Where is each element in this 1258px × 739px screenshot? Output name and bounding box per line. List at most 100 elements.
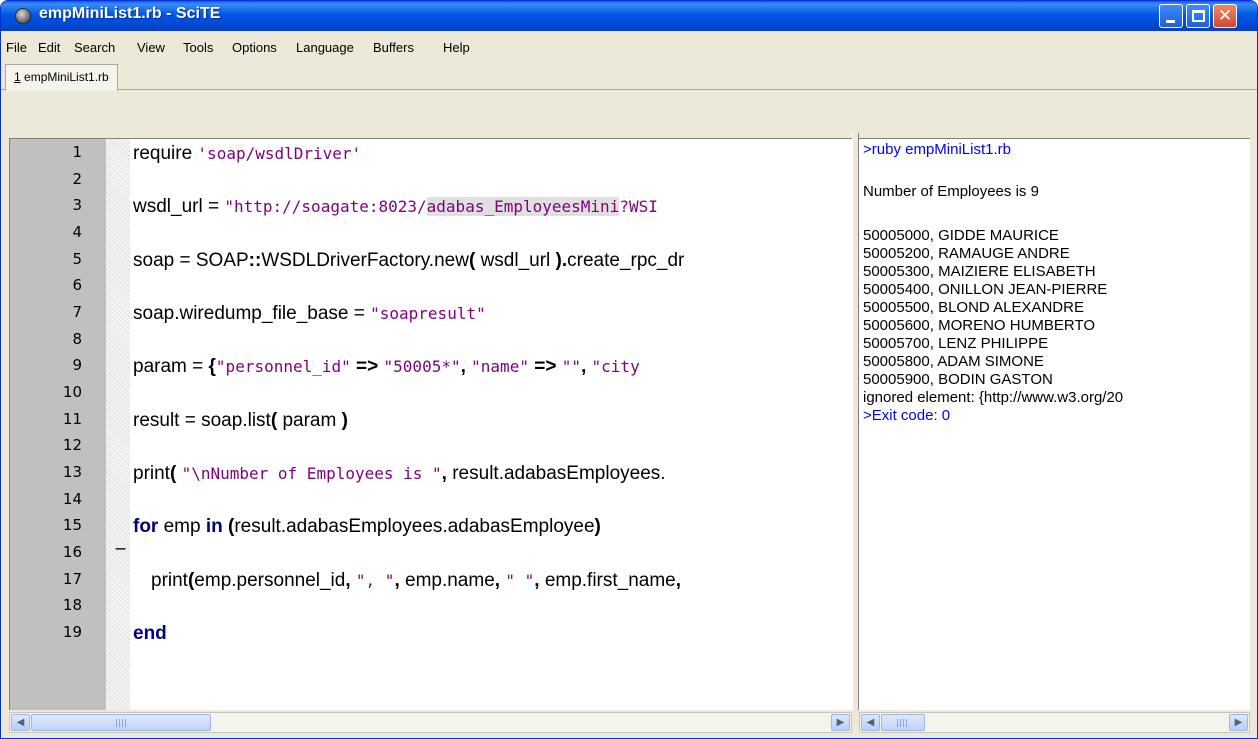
maximize-button[interactable] [1186, 4, 1210, 28]
code-token: emp.first_name [544, 570, 676, 591]
output-command-line: >ruby empMiniList1.rb [863, 141, 1011, 158]
menu-help[interactable]: Help [443, 40, 470, 55]
code-operator: , [394, 570, 405, 591]
line-number: 1 [72, 143, 82, 161]
code-token: result.adabasEmployees. [452, 463, 666, 484]
menu-edit[interactable]: Edit [38, 40, 60, 55]
code-string: "50005*" [383, 357, 461, 376]
output-line: 50005000, GIDDE MAURICE [863, 227, 1059, 244]
code-keyword: for [133, 516, 159, 537]
output-line: 50005600, MORENO HUMBERTO [863, 317, 1096, 334]
code-line-13: print( "\nNumber of Employees is ", resu… [133, 463, 666, 485]
title-bar[interactable]: empMiniList1.rb - SciTE ✕ [1, 1, 1257, 31]
code-operator: ). [555, 250, 568, 271]
code-string: 'soap/wsdlDriver' [197, 144, 362, 163]
buffer-tab-number: 1 [14, 70, 21, 84]
code-token: create_rpc_dr [567, 250, 685, 271]
menu-file[interactable]: File [6, 40, 27, 55]
line-number: 5 [72, 250, 82, 268]
output-line: 50005400, ONILLON JEAN-PIERRE [863, 281, 1108, 298]
code-operator: ( [169, 463, 182, 484]
output-line: 50005500, BLOND ALEXANDRE [863, 299, 1084, 316]
code-operator: :: [248, 250, 262, 271]
code-line-17: print(emp.personnel_id, ", ", emp.name, … [151, 570, 681, 592]
output-pane[interactable]: >ruby empMiniList1.rb Number of Employee… [859, 138, 1250, 710]
code-line-3: wsdl_url = "http://soagate:8023/adabas_E… [133, 196, 658, 218]
menu-buffers[interactable]: Buffers [373, 40, 414, 55]
window-title: empMiniList1.rb - SciTE [39, 5, 221, 22]
editor-horizontal-scrollbar[interactable]: ◀ ▶ [9, 712, 852, 733]
code-string: "personnel_id" [215, 357, 351, 376]
line-number: 18 [62, 596, 82, 614]
code-operator: , [441, 463, 453, 484]
scite-app-icon[interactable] [15, 8, 31, 24]
code-token: wsdl_url = [133, 196, 225, 217]
code-token: soap = SOAP [133, 250, 249, 271]
menu-search[interactable]: Search [74, 40, 115, 55]
output-exit-code-line: >Exit code: 0 [863, 407, 951, 424]
code-operator: , [675, 570, 682, 591]
line-number: 3 [72, 196, 82, 214]
code-token: param [282, 410, 342, 431]
output-line: 50005800, ADAM SIMONE [863, 353, 1044, 370]
scroll-right-button[interactable]: ▶ [831, 714, 850, 731]
code-keyword: in [205, 516, 223, 537]
output-line: ignored element: {http://www.w3.org/20 [863, 389, 1124, 406]
fold-collapse-icon[interactable]: − [114, 539, 127, 558]
code-token: soap.wiredump_file_base = [133, 303, 371, 324]
code-line-15: for emp in (result.adabasEmployees.adaba… [133, 516, 601, 538]
code-line-9: param = {"personnel_id" => "50005*", "na… [133, 356, 640, 378]
grip-icon [116, 719, 128, 727]
scroll-thumb[interactable] [31, 714, 211, 731]
scroll-right-button[interactable]: ▶ [1229, 714, 1248, 731]
code-line-19: end [133, 623, 167, 645]
line-number: 17 [62, 570, 82, 588]
line-number: 4 [72, 223, 82, 241]
code-string: "name" [471, 357, 529, 376]
output-line: 50005300, MAIZIERE ELISABETH [863, 263, 1096, 280]
line-number: 2 [72, 170, 82, 188]
menu-view[interactable]: View [137, 40, 165, 55]
close-button[interactable]: ✕ [1213, 4, 1237, 28]
buffer-tab-bar: 1 empMiniList1.rb [1, 62, 1257, 91]
pane-splitter[interactable] [852, 133, 859, 710]
code-token: require [133, 143, 198, 164]
code-token: print [151, 570, 188, 591]
scroll-left-button[interactable]: ◀ [861, 714, 880, 731]
code-line-5: soap = SOAP::WSDLDriverFactory.new( wsdl… [133, 250, 684, 272]
output-horizontal-scrollbar[interactable]: ◀ ▶ [859, 712, 1250, 733]
code-line-7: soap.wiredump_file_base = "soapresult" [133, 303, 486, 325]
line-number: 12 [62, 436, 82, 454]
code-editor[interactable]: 1 2 3 4 5 6 7 8 9 10 11 12 13 14 15 16 1… [9, 138, 852, 710]
code-string: " " [505, 571, 535, 590]
maximize-icon [1192, 10, 1205, 22]
line-number: 19 [62, 623, 82, 641]
line-number: 11 [62, 410, 82, 428]
code-operator: ( [468, 250, 481, 271]
output-line: Number of Employees is 9 [863, 183, 1039, 200]
menu-language[interactable]: Language [296, 40, 354, 55]
code-token: param = [133, 356, 209, 377]
scite-window: empMiniList1.rb - SciTE ✕ File Edit Sear… [0, 0, 1258, 739]
code-token: WSDLDriverFactory.new [261, 250, 469, 271]
code-operator: , [460, 356, 472, 377]
code-operator: , [494, 570, 506, 591]
scroll-left-button[interactable]: ◀ [11, 714, 30, 731]
minimize-button[interactable] [1159, 4, 1183, 28]
buffer-tab[interactable]: 1 empMiniList1.rb [5, 64, 118, 91]
buffer-tab-label: empMiniList1.rb [20, 70, 109, 84]
code-operator: ( [270, 410, 283, 431]
code-token: result.adabasEmployees.adabasEmployee [234, 516, 595, 537]
code-token: emp [158, 516, 206, 537]
fold-margin[interactable] [106, 139, 130, 710]
output-line: 50005200, RAMAUGE ANDRE [863, 245, 1070, 262]
code-line-11: result = soap.list( param ) [133, 410, 348, 432]
code-operator: , [534, 570, 545, 591]
scroll-thumb[interactable] [881, 714, 925, 731]
code-operator: ) [341, 410, 348, 431]
line-number: 14 [62, 490, 82, 508]
code-token: emp.personnel_id [194, 570, 346, 591]
menu-options[interactable]: Options [232, 40, 277, 55]
menu-tools[interactable]: Tools [183, 40, 213, 55]
menu-bar: File Edit Search View Tools Options Lang… [1, 32, 1257, 62]
